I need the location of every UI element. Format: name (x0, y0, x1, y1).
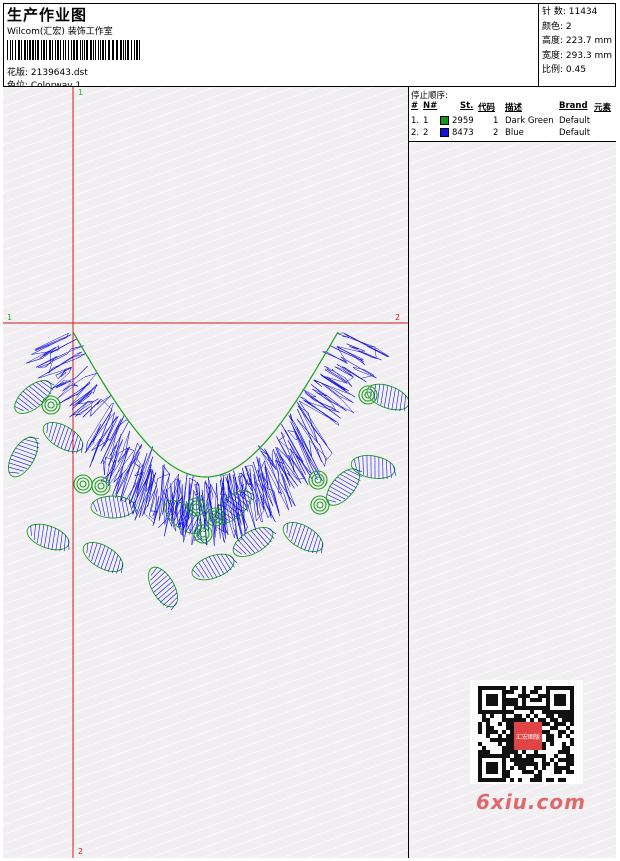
stitch-count: 针 数: 11434 (542, 7, 598, 17)
row1-desc: Dark Green (505, 116, 554, 126)
width-value: 宽度: 293.3 mm (542, 50, 613, 61)
col-header-element: 元素 (594, 103, 612, 113)
barcode (7, 40, 140, 60)
page-title: 生产作业图 (7, 6, 88, 24)
row2-code: 2 (493, 128, 499, 138)
col-header-brand: Brand (559, 101, 588, 111)
col-header-code: 代码 (478, 103, 496, 113)
stop-sequence-table: 停止顺序: # N# St. 代码 描述 Brand 元素 1. 1 2959 … (409, 87, 616, 142)
row2-needle: 2 (423, 128, 429, 138)
scale-value: 比例: 0.45 (542, 65, 586, 75)
row1-brand: Default (559, 116, 591, 126)
row2-color-swatch (440, 128, 449, 137)
row1-index: 1. (411, 116, 420, 126)
guide-h-left-number: 1 (7, 313, 13, 322)
design-file-label: 花版: 2139643.dst (7, 68, 88, 78)
design-canvas: 1 1 2 2 (3, 87, 409, 858)
col-header-stitch: St. (460, 101, 474, 111)
col-header-needle: N# (423, 101, 438, 111)
guide-v-bottom-number: 2 (78, 847, 84, 856)
row1-code: 1 (493, 116, 499, 126)
row2-desc: Blue (505, 128, 524, 138)
header-info: 生产作业图 Wilcom(汇宏) 装饰工作室 花版: 2139643.dst 色… (3, 3, 539, 91)
row1-stitch: 2959 (452, 116, 474, 126)
row1-needle: 1 (423, 116, 429, 126)
row1-color-swatch (440, 116, 449, 125)
watermark-text: 6xiu.com (476, 790, 586, 814)
col-header-desc: 描述 (505, 103, 523, 113)
qr-seal-text: 汇宏图版 (516, 733, 540, 741)
stop-sequence-title: 停止顺序: (411, 91, 448, 101)
guide-h-right-number: 2 (395, 313, 401, 322)
color-count: 颜色: 2 (542, 21, 572, 32)
qr-code-image: 汇宏图版 (470, 680, 583, 784)
company-name: Wilcom(汇宏) 装饰工作室 (7, 27, 113, 37)
col-header-index: # (411, 101, 419, 111)
row2-brand: Default (559, 128, 591, 138)
embroidery-drawing (3, 87, 408, 858)
row2-index: 2. (411, 128, 420, 138)
stitch-pattern (7, 331, 408, 611)
height-value: 高度: 223.7 mm (542, 36, 613, 46)
guide-v-top-number: 1 (78, 88, 84, 97)
row2-stitch: 8473 (452, 128, 474, 138)
stats-panel: 针 数: 11434 颜色: 2 高度: 223.7 mm 宽度: 293.3 … (539, 3, 616, 87)
